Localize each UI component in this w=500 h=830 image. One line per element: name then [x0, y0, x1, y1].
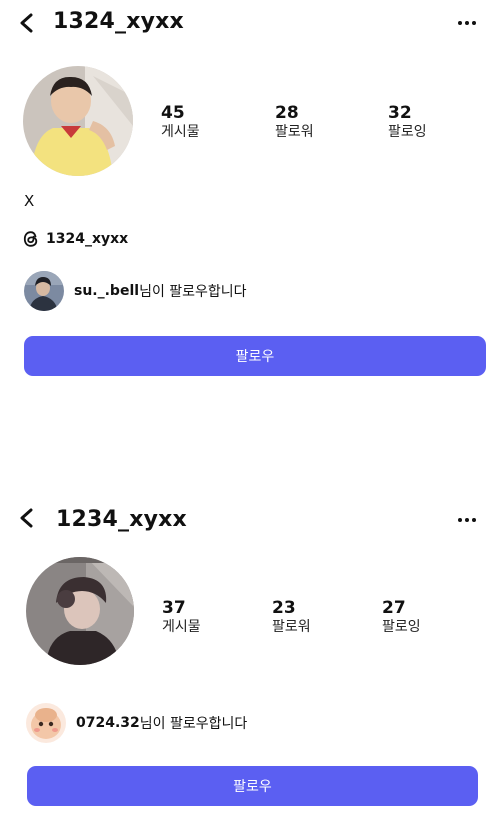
stat-following[interactable]: 27 팔로잉 [382, 598, 421, 636]
back-button[interactable] [12, 8, 42, 38]
more-horizontal-icon [458, 518, 476, 522]
threads-handle: 1324_xyxx [46, 231, 129, 247]
stat-followers[interactable]: 23 팔로워 [272, 598, 311, 636]
stat-followers[interactable]: 28 팔로워 [275, 103, 314, 141]
chevron-left-icon [20, 13, 33, 33]
follower-username: su._.bell [74, 283, 140, 299]
follower-avatar [26, 703, 66, 743]
posts-label: 게시물 [161, 124, 200, 140]
threads-logo-icon [23, 231, 38, 247]
followed-by-text: 님이 팔로우합니다 [139, 716, 248, 732]
followers-count: 23 [272, 598, 296, 618]
followers-label: 팔로워 [275, 124, 314, 140]
follow-button[interactable]: 팔로우 [27, 766, 478, 806]
profile-username: 1324_xyxx [53, 9, 184, 34]
chevron-left-icon [20, 508, 33, 528]
follower-username: 0724.32 [76, 715, 140, 731]
threads-link[interactable]: 1324_xyxx [22, 230, 128, 248]
top-bar: 1324_xyxx [0, 0, 500, 48]
stat-following[interactable]: 32 팔로잉 [388, 103, 427, 141]
followed-by[interactable]: 0724.32 님이 팔로우합니다 [26, 703, 247, 743]
posts-count: 37 [162, 598, 186, 618]
profile-username: 1234_xyxx [56, 507, 187, 532]
followed-by-text: 님이 팔로우합니다 [139, 284, 247, 300]
followers-label: 팔로워 [272, 619, 311, 635]
profile-avatar[interactable] [26, 557, 134, 665]
follower-avatar [24, 271, 64, 311]
following-count: 32 [388, 103, 412, 123]
following-label: 팔로잉 [382, 619, 421, 635]
stat-posts[interactable]: 37 게시물 [162, 598, 201, 636]
top-bar: 1234_xyxx [0, 495, 500, 543]
more-options-button[interactable] [452, 10, 482, 36]
follow-button[interactable]: 팔로우 [24, 336, 486, 376]
posts-count: 45 [161, 103, 185, 123]
posts-label: 게시물 [162, 619, 201, 635]
profile-avatar[interactable] [23, 66, 133, 176]
profile-card-1: 1324_xyxx 45 게시물 28 팔로워 32 팔로잉 X 1324_xy… [0, 0, 500, 400]
following-count: 27 [382, 598, 406, 618]
more-horizontal-icon [458, 21, 476, 25]
following-label: 팔로잉 [388, 124, 427, 140]
stat-posts[interactable]: 45 게시물 [161, 103, 200, 141]
profile-card-2: 1234_xyxx 37 게시물 23 팔로워 27 팔로잉 0724.32 님… [0, 495, 500, 830]
back-button[interactable] [12, 503, 42, 533]
followers-count: 28 [275, 103, 299, 123]
profile-bio: X [24, 192, 35, 210]
more-options-button[interactable] [452, 507, 482, 533]
followed-by[interactable]: su._.bell 님이 팔로우합니다 [24, 271, 247, 311]
